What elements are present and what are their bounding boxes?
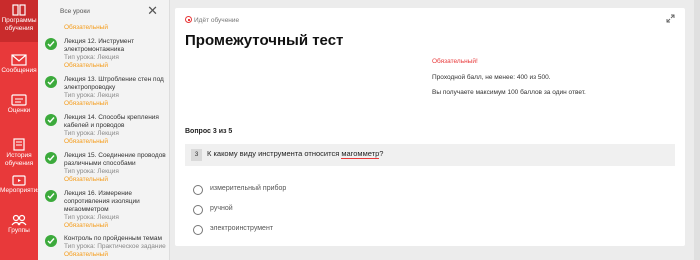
nav-grades[interactable]: Оценки [0,90,38,132]
lesson-type: Тип урока: Лекция [64,54,119,61]
nav-programs[interactable]: Программы обучения [0,0,38,42]
page-scrollbar[interactable] [694,0,700,260]
lesson-item[interactable]: Лекция 15. Соединение проводов различным… [38,152,169,186]
check-icon [45,114,57,126]
lesson-partial: Обязательный [38,24,169,34]
main-nav: Программы обучения Сообщения Оценки Исто… [0,0,41,260]
book-icon [12,4,26,16]
question-number: 3 [191,149,202,161]
lesson-item[interactable]: Лекция 16. Измерение сопротивления изоля… [38,190,169,232]
check-icon [45,38,57,50]
lesson-required: Обязательный [64,222,108,229]
status-text: Идёт обучение [194,17,240,24]
events-icon [12,175,26,186]
radio-button[interactable] [193,225,203,235]
nav-history-label-1: История [6,152,32,159]
nav-messages[interactable]: Сообщения [0,50,38,92]
nav-events[interactable]: Мероприятия [0,170,41,212]
max-score: Вы получаете максимум 100 баллов за один… [432,89,586,96]
question-text: К какому виду инструмента относится маго… [207,149,384,159]
lesson-required: Обязательный [64,176,108,183]
lesson-title: Контроль по пройденным темам [64,235,162,242]
question-text-before: К какому виду инструмента относится [207,149,342,158]
answer-option[interactable]: ручной [193,204,393,216]
lesson-type: Тип урока: Практическое задание [64,243,166,250]
question-counter: Вопрос 3 из 5 [185,128,233,135]
status-indicator: Идёт обучение [185,16,239,24]
groups-icon [11,214,27,226]
lesson-item[interactable]: Лекция 14. Способы крепления кабелей и п… [38,114,169,148]
radio-button[interactable] [193,185,203,195]
lessons-header: Все уроки ✕ [38,0,169,22]
question-bar: 3 К какому виду инструмента относится ма… [185,144,675,166]
lesson-required: Обязательный [64,251,108,258]
answer-label: измерительный прибор [210,185,287,192]
required-note: Обязательный! [432,58,478,65]
lesson-type: Тип урока: Лекция [64,168,119,175]
lesson-required: Обязательный [64,100,108,107]
radio-button[interactable] [193,205,203,215]
answer-label: электроинструмент [210,225,274,232]
question-highlight: магомметр [341,149,380,159]
lesson-title: Лекция 12. Инструмент электромонтажника [64,38,135,53]
answer-option[interactable]: измерительный прибор [193,184,393,196]
question-text-after: ? [379,149,384,158]
nav-groups[interactable]: Группы [0,210,38,252]
nav-programs-label-1: Программы [1,17,37,24]
lesson-title: Лекция 15. Соединение проводов различным… [64,152,166,167]
lesson-title: Лекция 13. Штробление стен под электропр… [64,76,164,91]
lesson-item[interactable]: Лекция 12. Инструмент электромонтажника … [38,38,169,72]
lessons-title: Все уроки [60,8,90,15]
lesson-type: Тип урока: Лекция [64,92,119,99]
lesson-item[interactable]: Контроль по пройденным темам Тип урока: … [38,235,169,260]
lesson-required: Обязательный [64,24,108,31]
expand-icon[interactable] [666,14,675,23]
history-icon [13,138,25,151]
lesson-title: Лекция 14. Способы крепления кабелей и п… [64,114,159,129]
test-card: Идёт обучение Промежуточный тест Обязате… [175,8,685,246]
nav-history-label-2: обучения [4,159,34,167]
nav-messages-label: Сообщения [1,67,37,74]
nav-events-label: Мероприятия [0,187,41,194]
nav-programs-label-2: обучения [4,24,34,32]
lesson-type: Тип урока: Лекция [64,214,119,221]
check-icon [45,235,57,247]
status-icon [185,16,192,23]
page-title: Промежуточный тест [185,32,344,49]
grades-icon [11,94,27,106]
pass-score: Проходной балл, не менее: 400 из 500. [432,74,551,81]
close-icon[interactable]: ✕ [147,4,158,17]
nav-groups-label: Группы [8,227,30,234]
lesson-type: Тип урока: Лекция [64,130,119,137]
answer-option[interactable]: электроинструмент [193,224,393,236]
check-icon [45,190,57,202]
lesson-required: Обязательный [64,138,108,145]
check-icon [45,76,57,88]
nav-grades-label: Оценки [7,107,31,114]
answer-label: ручной [210,205,233,212]
lesson-required: Обязательный [64,62,108,69]
lesson-title: Лекция 16. Измерение сопротивления изоля… [64,190,140,213]
mail-icon [11,54,27,66]
lessons-panel: Все уроки ✕ Обязательный Лекция 12. Инст… [38,0,170,260]
check-icon [45,152,57,164]
lesson-item[interactable]: Лекция 13. Штробление стен под электропр… [38,76,169,110]
